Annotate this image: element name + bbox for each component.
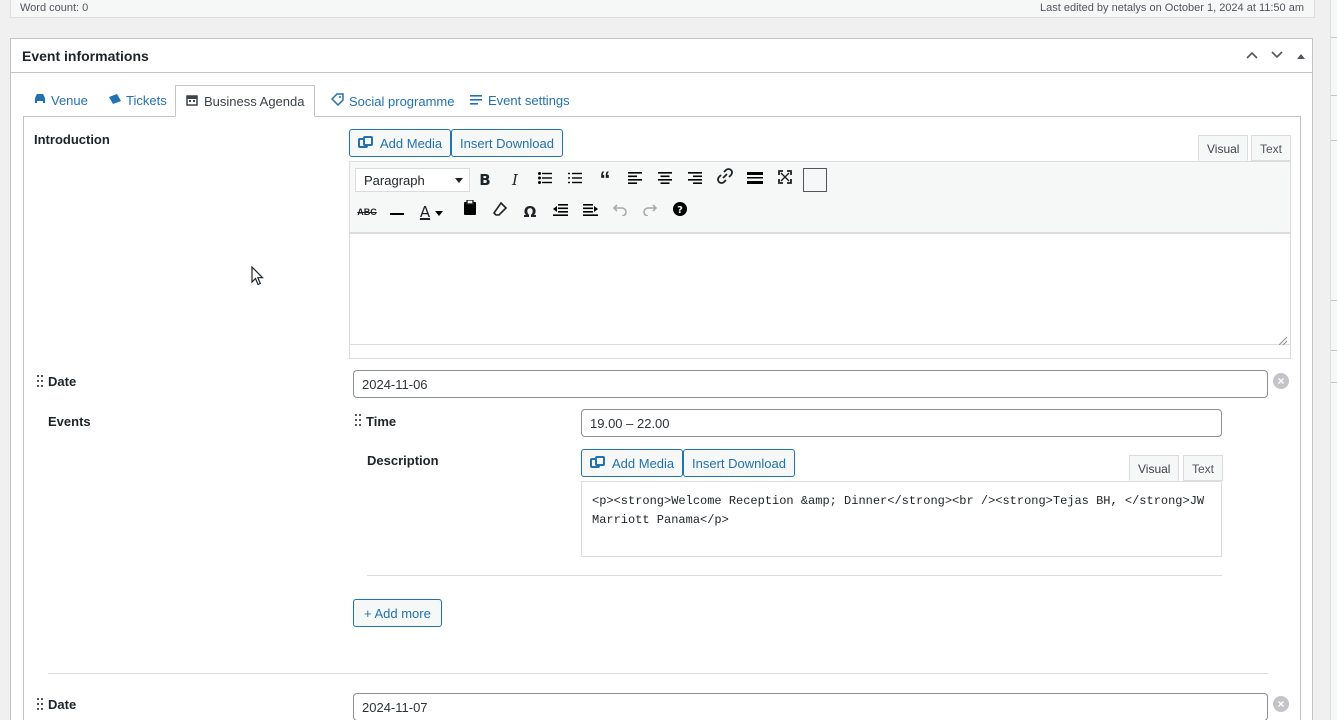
editor-statusbar (349, 345, 1291, 359)
redo-icon[interactable] (638, 200, 662, 224)
horizontal-line-icon[interactable] (385, 200, 409, 224)
time-field[interactable]: 19.00 – 22.00 (581, 409, 1222, 437)
blockquote-icon[interactable]: “ (593, 168, 617, 192)
fullscreen-icon[interactable] (773, 168, 797, 192)
date-field[interactable]: 2024-11-06 (353, 370, 1268, 398)
date-label: Date (48, 374, 77, 389)
tag-icon (330, 93, 345, 109)
align-right-icon[interactable] (683, 168, 707, 192)
time-label: Time (366, 414, 397, 429)
link-icon[interactable] (713, 168, 737, 192)
align-center-icon[interactable] (653, 168, 677, 192)
add-more-button[interactable]: + Add more (353, 599, 442, 627)
read-more-icon[interactable] (743, 168, 767, 192)
description-textarea[interactable]: <p><strong>Welcome Reception &amp; Dinne… (581, 481, 1222, 557)
svg-text:?: ? (677, 205, 683, 216)
paste-text-icon[interactable] (458, 199, 482, 224)
drag-handle-icon[interactable] (37, 375, 43, 389)
numbered-list-icon[interactable] (563, 168, 587, 192)
tab-social-programme-label: Social programme (349, 94, 455, 109)
remove-row-icon[interactable]: × (1273, 696, 1289, 712)
editor-toolbar: Paragraph B I “ ABC A Ω ? (349, 161, 1291, 233)
insert-download-button[interactable]: Insert Download (451, 129, 563, 157)
tab-venue-label: Venue (51, 93, 88, 108)
add-media-button[interactable]: Add Media (581, 449, 684, 477)
media-icon (590, 456, 606, 470)
tab-business-agenda[interactable]: Business Agenda (175, 85, 316, 117)
tab-business-agenda-label: Business Agenda (204, 94, 305, 109)
move-down-icon[interactable] (1268, 47, 1286, 62)
word-count: Word count: 0 (20, 2, 89, 14)
metabox-title: Event informations (22, 48, 149, 64)
tickets-icon (108, 93, 122, 108)
mouse-cursor-icon (251, 265, 264, 289)
move-up-icon[interactable] (1243, 47, 1261, 62)
divider (48, 673, 1268, 674)
description-label: Description (367, 453, 439, 468)
introduction-label: Introduction (34, 132, 110, 147)
add-media-button[interactable]: Add Media (349, 129, 452, 157)
event-informations-metabox: Event informations Venue Tickets Busines… (10, 38, 1313, 720)
list-icon (470, 94, 484, 108)
toolbar-toggle-icon[interactable] (803, 168, 827, 192)
align-left-icon[interactable] (623, 168, 647, 192)
events-label: Events (48, 414, 91, 429)
visual-tab[interactable]: Visual (1129, 455, 1180, 481)
car-icon (33, 93, 47, 108)
divider (367, 575, 1222, 576)
outdent-icon[interactable] (548, 200, 572, 224)
resize-handle-icon[interactable] (1278, 333, 1288, 346)
clear-formatting-icon[interactable] (488, 200, 512, 224)
drag-handle-icon[interactable] (37, 698, 43, 712)
tab-tickets-label: Tickets (126, 93, 167, 108)
calendar-icon (186, 94, 200, 109)
strikethrough-icon[interactable]: ABC (355, 200, 379, 224)
special-character-icon[interactable]: Ω (518, 200, 542, 224)
drag-handle-icon[interactable] (355, 414, 361, 428)
text-tab[interactable]: Text (1183, 455, 1224, 481)
editor-status-bar: Word count: 0 Last edited by netalys on … (10, 0, 1315, 18)
bold-icon[interactable]: B (473, 168, 497, 192)
undo-icon[interactable] (608, 200, 632, 224)
toggle-panel-icon[interactable] (1292, 47, 1310, 62)
tab-social-programme[interactable]: Social programme (321, 85, 465, 117)
insert-download-button[interactable]: Insert Download (683, 449, 795, 477)
media-icon (358, 136, 374, 150)
right-column-edge (1330, 0, 1337, 720)
visual-tab[interactable]: Visual (1198, 135, 1249, 161)
last-edited-info: Last edited by netalys on October 1, 202… (1040, 2, 1304, 14)
tab-event-settings-label: Event settings (488, 93, 570, 108)
bullet-list-icon[interactable] (533, 168, 557, 192)
text-tab[interactable]: Text (1251, 135, 1292, 161)
format-select[interactable]: Paragraph (355, 168, 470, 192)
help-icon[interactable]: ? (668, 200, 692, 224)
date-field[interactable]: 2024-11-07 (353, 693, 1268, 720)
indent-icon[interactable] (578, 200, 602, 224)
remove-row-icon[interactable]: × (1273, 373, 1289, 389)
tab-event-settings[interactable]: Event settings (460, 85, 580, 117)
italic-icon[interactable]: I (503, 168, 527, 192)
metabox-header: Event informations (11, 39, 1312, 73)
tab-venue[interactable]: Venue (23, 85, 98, 117)
business-agenda-panel: Introduction Add Media Insert Download V… (23, 116, 1301, 720)
text-color-dropdown-icon[interactable] (433, 200, 445, 224)
date-label: Date (48, 697, 77, 712)
tab-tickets[interactable]: Tickets (98, 85, 177, 117)
introduction-editor-content[interactable] (349, 233, 1291, 346)
